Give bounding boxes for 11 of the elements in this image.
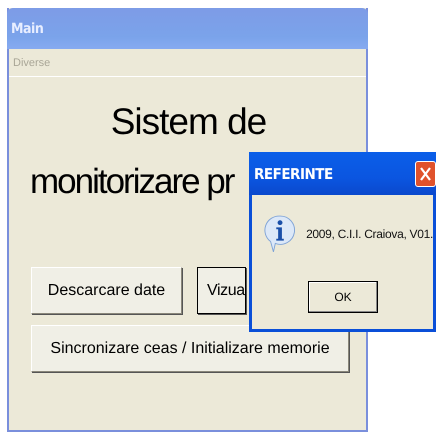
ok-button[interactable]: OK bbox=[308, 281, 378, 313]
dialog-title: REFERINTE bbox=[254, 164, 333, 182]
menu-button[interactable]: Sincronizare ceas / Initializare memorie bbox=[31, 325, 349, 372]
info-icon bbox=[264, 213, 296, 255]
window-title: Main bbox=[11, 20, 44, 36]
heading-line: monitorizare pr bbox=[30, 161, 234, 203]
close-icon[interactable] bbox=[415, 160, 436, 186]
menu-button[interactable]: Vizua bbox=[197, 267, 246, 314]
menu-button[interactable]: Descarcare date bbox=[31, 267, 182, 314]
heading-line: Sistem de bbox=[110, 100, 268, 144]
message-text: 2009, C.I.I. Craiova, V01. bbox=[306, 227, 433, 241]
